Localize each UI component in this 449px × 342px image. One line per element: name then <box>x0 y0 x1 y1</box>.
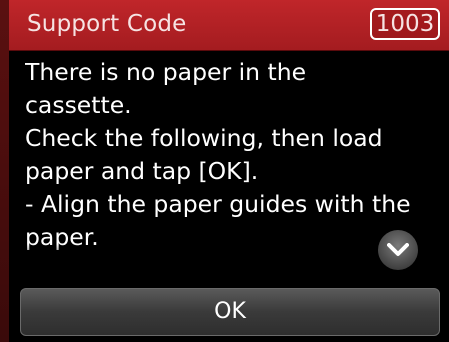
message-line: cassette. <box>25 91 132 119</box>
message-line: Check the following, then load <box>25 124 383 152</box>
error-message[interactable]: There is no paper in the cassette. Check… <box>25 56 430 262</box>
ok-button[interactable]: OK <box>20 288 440 336</box>
printer-lcd-screen: Support Code 1003 There is no paper in t… <box>0 0 449 342</box>
chevron-down-icon <box>387 243 409 256</box>
error-header: Support Code 1003 <box>9 0 449 51</box>
screen-edge <box>0 0 9 342</box>
message-line: - Align the paper guides with the <box>25 190 411 218</box>
support-code-label: Support Code <box>27 11 187 37</box>
support-code-badge: 1003 <box>370 8 440 40</box>
scroll-down-button[interactable] <box>378 230 418 270</box>
message-line: There is no paper in the <box>25 58 307 86</box>
message-fade <box>25 244 430 262</box>
message-line: paper and tap [OK]. <box>25 157 259 185</box>
